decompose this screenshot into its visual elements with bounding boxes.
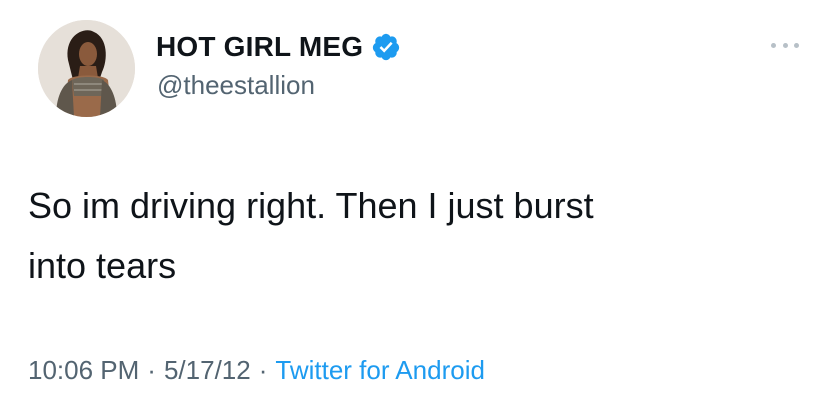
tweet-date[interactable]: 5/17/12 bbox=[164, 355, 251, 386]
meta-separator: · bbox=[258, 355, 268, 385]
tweet-text-line: into tears bbox=[28, 245, 177, 286]
display-name[interactable]: HOT GIRL MEG bbox=[156, 31, 363, 63]
tweet-card: HOT GIRL MEG @theestallion So im driving… bbox=[0, 0, 827, 414]
more-dot bbox=[782, 42, 788, 48]
tweet-source-link[interactable]: Twitter for Android bbox=[275, 355, 485, 386]
verified-badge-icon bbox=[371, 32, 401, 62]
name-row: HOT GIRL MEG bbox=[156, 27, 401, 67]
meta-separator: · bbox=[147, 355, 156, 385]
tweet-text-line: So im driving right. Then I just burst bbox=[28, 185, 594, 226]
tweet-text: So im driving right. Then I just burst i… bbox=[28, 176, 798, 296]
more-dot bbox=[794, 42, 799, 48]
avatar[interactable] bbox=[38, 20, 135, 117]
more-options-icon[interactable] bbox=[771, 40, 799, 50]
user-handle[interactable]: @theestallion bbox=[157, 70, 315, 101]
tweet-time[interactable]: 10:06 PM bbox=[28, 355, 139, 386]
tweet-meta: 10:06 PM · 5/17/12 · Twitter for Android bbox=[28, 355, 485, 386]
profile-photo-icon bbox=[38, 20, 135, 117]
more-dot bbox=[771, 42, 776, 48]
